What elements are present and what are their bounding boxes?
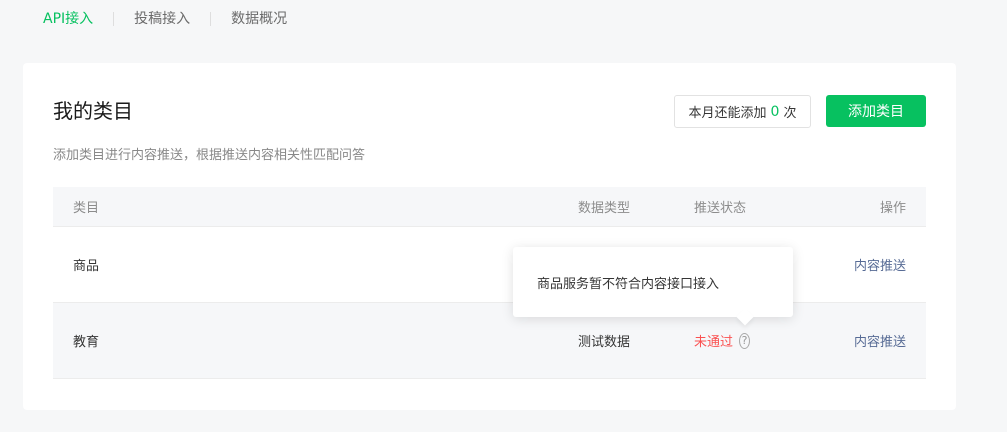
tab-data-overview[interactable]: 数据概况 [231, 9, 287, 29]
row-type: 测试数据 [577, 335, 630, 350]
status-tooltip: 商品服务暂不符合内容接口接入 [513, 247, 793, 317]
row-status-cell: 未通过 ? [630, 331, 750, 350]
category-table: 类目 数据类型 推送状态 操作 商品 内容推送 教育 测试数据 未通过 ? 内容… [53, 187, 926, 379]
tab-submission[interactable]: 投稿接入 [134, 9, 190, 29]
header-status: 推送状态 [694, 201, 747, 216]
tab-api[interactable]: API接入 [43, 9, 93, 29]
table-row: 教育 测试数据 未通过 ? 内容推送 [53, 303, 926, 379]
table-row: 商品 内容推送 [53, 227, 926, 303]
quota-indicator: 本月还能添加 0 次 [674, 95, 811, 128]
add-category-button[interactable]: 添加类目 [826, 95, 926, 127]
help-question-icon[interactable]: ? [739, 332, 750, 349]
header-name: 类目 [73, 201, 100, 216]
table-header: 类目 数据类型 推送状态 操作 [53, 187, 926, 227]
content-push-link[interactable]: 内容推送 [854, 259, 906, 274]
content-push-link[interactable]: 内容推送 [854, 335, 906, 350]
page-title: 我的类目 [53, 99, 133, 123]
status-rejected: 未通过 [694, 335, 734, 350]
quota-count: 0 [770, 103, 780, 120]
tab-divider [113, 12, 115, 26]
header-action: 操作 [879, 201, 906, 216]
header-type: 数据类型 [577, 201, 630, 216]
row-name: 商品 [73, 259, 100, 274]
top-nav: API接入 投稿接入 数据概况 [43, 9, 287, 29]
quota-prefix: 本月还能添加 [688, 106, 767, 121]
tab-divider [210, 12, 212, 26]
row-name: 教育 [73, 335, 100, 350]
quota-suffix: 次 [783, 106, 797, 121]
category-card: 我的类目 添加类目进行内容推送，根据推送内容相关性匹配问答 本月还能添加 0 次… [23, 63, 956, 410]
page-description: 添加类目进行内容推送，根据推送内容相关性匹配问答 [53, 148, 366, 163]
tooltip-text: 商品服务暂不符合内容接口接入 [537, 276, 720, 292]
